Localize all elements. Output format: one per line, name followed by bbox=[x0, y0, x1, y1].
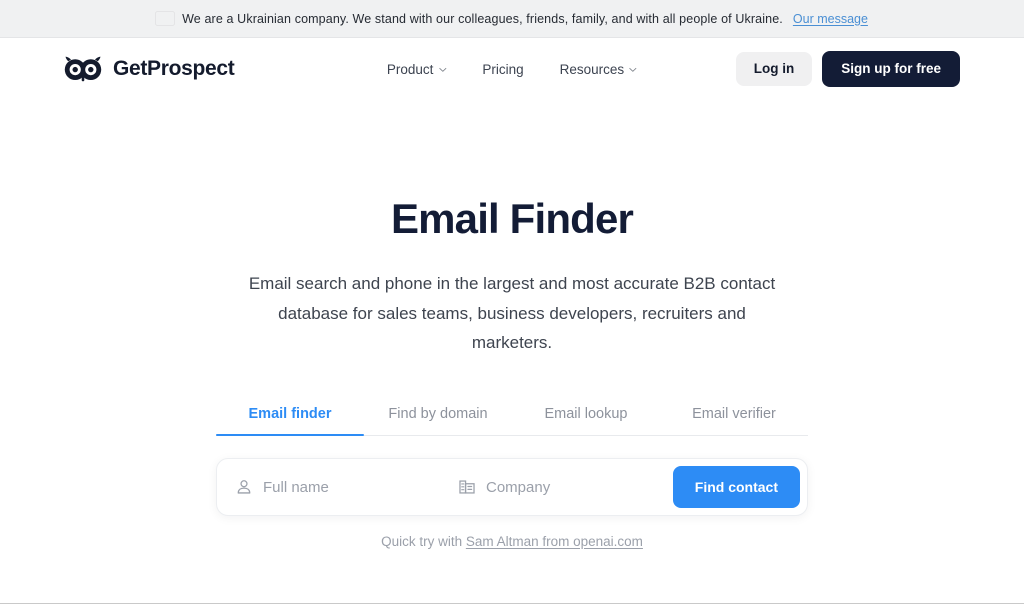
header-actions: Log in Sign up for free bbox=[735, 50, 960, 88]
company-input[interactable] bbox=[486, 478, 673, 496]
tab-email-lookup[interactable]: Email lookup bbox=[512, 406, 660, 435]
quick-try-example-link[interactable]: Sam Altman from openai.com bbox=[466, 534, 643, 549]
nav-item-resources[interactable]: Resources bbox=[560, 62, 638, 77]
banner-text: We are a Ukrainian company. We stand wit… bbox=[182, 11, 783, 26]
tab-email-finder[interactable]: Email finder bbox=[216, 406, 364, 436]
building-icon bbox=[459, 480, 475, 494]
quick-try-prefix: Quick try with bbox=[381, 534, 466, 549]
hero-section: Email Finder Email search and phone in t… bbox=[0, 100, 1024, 357]
brand-name: GetProspect bbox=[113, 57, 235, 80]
main-nav: Product Pricing Resources bbox=[387, 62, 637, 77]
search-card: Find contact bbox=[216, 458, 808, 516]
tab-find-by-domain[interactable]: Find by domain bbox=[364, 406, 512, 435]
chevron-down-icon bbox=[629, 67, 637, 72]
full-name-input[interactable] bbox=[263, 478, 440, 496]
owl-logo-icon bbox=[64, 56, 102, 82]
nav-item-product[interactable]: Product bbox=[387, 62, 447, 77]
tab-email-verifier[interactable]: Email verifier bbox=[660, 406, 808, 435]
ukraine-flag-icon bbox=[156, 12, 174, 25]
quick-try-row: Quick try with Sam Altman from openai.co… bbox=[216, 534, 808, 549]
person-icon bbox=[237, 480, 251, 494]
nav-item-label: Pricing bbox=[482, 61, 524, 77]
nav-item-label: Product bbox=[386, 61, 434, 77]
chevron-down-icon bbox=[438, 67, 446, 72]
finder-tabs: Email finder Find by domain Email lookup… bbox=[216, 406, 808, 436]
site-header: GetProspect Product Pricing Resources Lo… bbox=[0, 38, 1024, 100]
banner-our-message-link[interactable]: Our message bbox=[793, 12, 868, 26]
nav-item-label: Resources bbox=[559, 61, 625, 77]
find-contact-button[interactable]: Find contact bbox=[672, 466, 800, 508]
brand-logo[interactable]: GetProspect bbox=[64, 56, 235, 82]
page-root: We are a Ukrainian company. We stand wit… bbox=[0, 0, 1024, 604]
page-title: Email Finder bbox=[391, 195, 634, 242]
full-name-field-group bbox=[217, 459, 440, 515]
ukraine-banner: We are a Ukrainian company. We stand wit… bbox=[0, 0, 1024, 38]
nav-item-pricing[interactable]: Pricing bbox=[482, 62, 523, 77]
company-field-group bbox=[440, 459, 673, 515]
hero-subtitle: Email search and phone in the largest an… bbox=[248, 274, 776, 352]
login-button[interactable]: Log in bbox=[735, 51, 813, 87]
signup-button[interactable]: Sign up for free bbox=[822, 50, 960, 88]
finder-tool: Email finder Find by domain Email lookup… bbox=[216, 406, 808, 549]
